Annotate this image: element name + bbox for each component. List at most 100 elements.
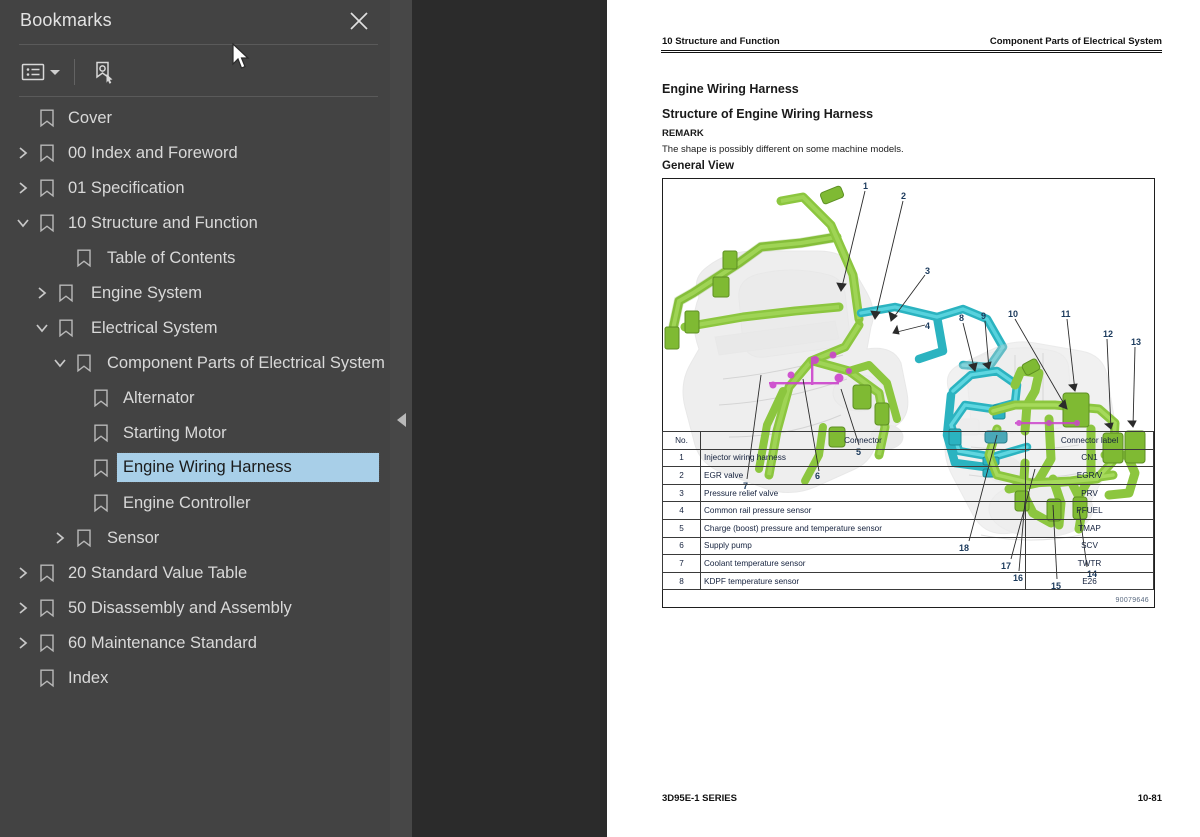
bookmark-item-alternator[interactable]: Alternator (0, 380, 390, 415)
table-row: 2 EGR valve EGR/V (662, 466, 1154, 485)
chevron-down-icon[interactable] (33, 319, 51, 337)
table-cell: EGR/V (1025, 466, 1154, 485)
bookmark-icon (92, 493, 110, 513)
bookmark-item-label: Engine Controller (123, 493, 251, 512)
bookmark-item-index[interactable]: Index (0, 660, 390, 695)
table-header: No. Connector Connector label (662, 431, 1154, 450)
bookmark-item-electrical-system[interactable]: Electrical System (0, 310, 390, 345)
table-cell: KDPF temperature sensor (700, 571, 1026, 591)
table-cell: 8 (662, 571, 701, 591)
bookmark-item-engine-controller[interactable]: Engine Controller (0, 485, 390, 520)
bookmark-icon (38, 598, 56, 618)
svg-text:4: 4 (925, 321, 930, 331)
remark-text: The shape is possibly different on some … (662, 144, 904, 155)
bookmark-item-label: Table of Contents (107, 248, 236, 267)
bookmark-item-01-specification[interactable]: 01 Specification (0, 170, 390, 205)
bookmark-item-10-structure-and-function[interactable]: 10 Structure and Function (0, 205, 390, 240)
bookmark-icon (92, 388, 110, 408)
chevron-right-icon[interactable] (14, 179, 32, 197)
bookmark-item-label: Alternator (123, 388, 195, 407)
table-col-header: Connector (700, 431, 1026, 450)
connector-table-wrap: No. Connector Connector label 1 Injector wi… (662, 431, 1154, 591)
bookmark-item-label: Sensor (107, 528, 160, 547)
bookmark-item-00-index-and-foreword[interactable]: 00 Index and Foreword (0, 135, 390, 170)
bookmark-item-engine-system[interactable]: Engine System (0, 275, 390, 310)
header-rule (661, 50, 1162, 53)
document-page: 10 Structure and Function Component Part… (607, 0, 1200, 837)
list-options-icon[interactable] (19, 57, 62, 87)
table-row: 3 Pressure relief valve PRV (662, 483, 1154, 503)
svg-text:9: 9 (981, 311, 986, 321)
bookmark-tree[interactable]: Cover 00 Index and Foreword 01 Specificati… (0, 100, 390, 837)
svg-text:1: 1 (863, 181, 868, 191)
table-cell: Pressure relief valve (700, 483, 1026, 503)
table-cell: 3 (662, 483, 701, 503)
bookmark-item-engine-wiring-harness[interactable]: Engine Wiring Harness (0, 450, 390, 485)
chevron-right-icon[interactable] (14, 564, 32, 582)
table-cell: 4 (662, 501, 701, 520)
bookmark-options-icon[interactable] (89, 57, 119, 87)
bookmark-item-table-of-contents[interactable]: Table of Contents (0, 240, 390, 275)
table-cell: TMAP (1025, 518, 1154, 538)
table-cell: Supply pump (700, 536, 1026, 556)
chevron-right-icon[interactable] (14, 599, 32, 617)
bookmark-item-label: 20 Standard Value Table (68, 563, 248, 582)
bookmarks-toolbar (19, 52, 119, 92)
svg-text:8: 8 (959, 313, 964, 323)
bookmark-item-cover[interactable]: Cover (0, 100, 390, 135)
svg-text:13: 13 (1131, 337, 1141, 347)
bookmark-item-label: 50 Disassembly and Assembly (68, 598, 292, 617)
chevron-right-icon[interactable] (14, 144, 32, 162)
bookmark-icon (75, 528, 93, 548)
table-row: 6 Supply pump SCV (662, 536, 1154, 556)
bookmark-item-60-maintenance-standard[interactable]: 60 Maintenance Standard (0, 625, 390, 660)
bookmark-item-starting-motor[interactable]: Starting Motor (0, 415, 390, 450)
bookmark-item-component-parts-of-electrical-system[interactable]: Component Parts of Electrical System (0, 345, 390, 380)
bookmark-icon (38, 668, 56, 688)
table-cell: Coolant temperature sensor (700, 554, 1026, 573)
chevron-down-icon (50, 69, 60, 75)
chevron-right-icon[interactable] (51, 529, 69, 547)
bookmark-icon (38, 143, 56, 163)
divider-bottom (19, 96, 378, 97)
bookmark-icon (92, 423, 110, 443)
table-row: 8 KDPF temperature sensor E26 (662, 571, 1154, 591)
bookmark-item-label: Engine Wiring Harness (116, 452, 380, 483)
table-cell: 7 (662, 554, 701, 573)
table-cell: EGR valve (700, 466, 1026, 485)
toolbar-separator (74, 59, 75, 85)
bookmark-item-label: Component Parts of Electrical System (107, 353, 385, 372)
bookmarks-panel: Bookmarks Cover 00 Index and Foreword 01… (0, 0, 390, 837)
bookmark-item-label: 00 Index and Foreword (68, 143, 238, 162)
chevron-down-icon[interactable] (51, 354, 69, 372)
svg-text:3: 3 (925, 266, 930, 276)
bookmark-icon (38, 213, 56, 233)
collapse-panel-triangle-icon[interactable] (392, 398, 410, 442)
table-row: 5 Charge (boost) pressure and temperature… (662, 518, 1154, 538)
bookmark-item-20-standard-value-table[interactable]: 20 Standard Value Table (0, 555, 390, 590)
bookmark-icon (92, 458, 110, 478)
bookmark-item-label: Electrical System (91, 318, 218, 337)
running-head-right: Component Parts of Electrical System (989, 36, 1162, 47)
bookmark-icon (38, 563, 56, 583)
chevron-right-icon[interactable] (14, 634, 32, 652)
close-icon[interactable] (347, 9, 371, 33)
table-cell: 5 (662, 518, 701, 538)
bookmark-item-50-disassembly-and-assembly[interactable]: 50 Disassembly and Assembly (0, 590, 390, 625)
bookmark-icon (75, 248, 93, 268)
table-cell: 1 (662, 448, 701, 468)
bookmark-item-label: Engine System (91, 283, 202, 302)
section-heading: Structure of Engine Wiring Harness (662, 107, 874, 121)
collapse-arrow (396, 413, 406, 427)
pdf-reader-window: Bookmarks Cover 00 Index and Foreword 01… (0, 0, 1200, 837)
chevron-right-icon[interactable] (33, 284, 51, 302)
table-cell: Charge (boost) pressure and temperature … (700, 518, 1026, 538)
bookmark-item-sensor[interactable]: Sensor (0, 520, 390, 555)
table-body: 1 Injector wiring harness CN1 2 EGR valve EGR… (662, 448, 1154, 591)
footer-series: 3D95E-1 SERIES (662, 793, 737, 804)
footer-page-number: 10-81 (1137, 793, 1162, 804)
svg-text:12: 12 (1103, 329, 1113, 339)
chevron-down-icon[interactable] (14, 214, 32, 232)
bookmark-icon (57, 283, 75, 303)
table-cell: CN1 (1025, 448, 1154, 468)
